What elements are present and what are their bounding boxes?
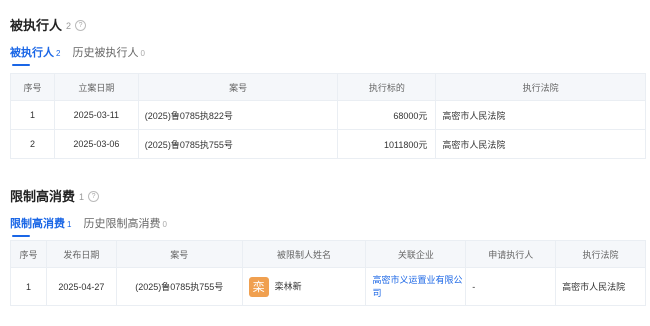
column-header: 案号 — [137, 73, 339, 101]
column-header: 申请执行人 — [465, 240, 557, 268]
section-count: 2 — [66, 20, 72, 31]
column-header: 关联企业 — [365, 240, 467, 268]
table-row: 1 2025-04-27 (2025)鲁0785执755号 栾栾林新 高密市义运… — [10, 267, 646, 306]
executed-section: 被执行人 2 ? 被执行人 2 历史被执行人 0 — [10, 16, 646, 66]
table-header-row: 序号 立案日期 案号 执行标的 执行法院 — [10, 73, 646, 101]
related-company-link[interactable]: 高密市义运置业有限公司 — [372, 275, 462, 298]
tab-label: 历史被执行人 — [72, 47, 139, 59]
tab-historical-restriction[interactable]: 历史限制高消费 0 — [83, 215, 166, 231]
column-header: 发布日期 — [45, 240, 117, 268]
section-title: 被执行人 — [10, 17, 63, 33]
related-company-cell: 高密市义运置业有限公司 — [365, 267, 467, 306]
filing-date: 2025-03-06 — [53, 129, 139, 159]
tab-restriction[interactable]: 限制高消费 1 — [10, 215, 72, 237]
tab-label: 被执行人 — [10, 47, 54, 59]
filing-date: 2025-03-11 — [53, 100, 139, 130]
court: 高密市人民法院 — [435, 100, 646, 130]
tab-label: 限制高消费 — [10, 218, 65, 230]
publish-date: 2025-04-27 — [45, 267, 117, 306]
case-number: (2025)鲁0785执755号 — [115, 267, 243, 306]
restricted-person-name[interactable]: 栾林新 — [275, 281, 302, 291]
avatar: 栾 — [248, 276, 269, 297]
tab-count: 0 — [140, 49, 145, 58]
column-header: 执行法院 — [555, 240, 646, 268]
executed-tabs: 被执行人 2 历史被执行人 0 — [10, 42, 646, 66]
help-icon[interactable]: ? — [75, 19, 87, 31]
consumption-title-row: 限制高消费 1 ? — [10, 187, 646, 204]
consumption-table: 序号 发布日期 案号 被限制人姓名 关联企业 申请执行人 执行法院 1 2025… — [10, 240, 646, 306]
help-icon[interactable]: ? — [88, 190, 100, 202]
case-number: (2025)鲁0785执822号 — [137, 100, 339, 130]
tab-count: 2 — [56, 49, 61, 58]
case-number: (2025)鲁0785执755号 — [137, 129, 339, 159]
table-row: 1 2025-03-11 (2025)鲁0785执822号 68000元 高密市… — [10, 100, 646, 130]
column-header: 序号 — [10, 240, 47, 268]
tab-underline — [12, 64, 30, 66]
tab-underline — [12, 235, 30, 237]
tab-executed[interactable]: 被执行人 2 — [10, 44, 61, 66]
tab-count: 1 — [67, 220, 72, 229]
column-header: 被限制人姓名 — [241, 240, 367, 268]
table-row: 2 2025-03-06 (2025)鲁0785执755号 1011800元 高… — [10, 129, 646, 159]
tab-label: 历史限制高消费 — [83, 218, 161, 230]
consumption-section: 限制高消费 1 ? 限制高消费 1 历史限制高消费 0 — [10, 187, 646, 237]
column-header: 执行标的 — [337, 73, 437, 101]
court: 高密市人民法院 — [555, 267, 646, 306]
restricted-person-cell: 栾栾林新 — [241, 267, 367, 306]
executed-title-row: 被执行人 2 ? — [10, 16, 646, 33]
section-title: 限制高消费 — [10, 188, 76, 204]
column-header: 立案日期 — [53, 73, 139, 101]
table-header-row: 序号 发布日期 案号 被限制人姓名 关联企业 申请执行人 执行法院 — [10, 240, 646, 268]
row-index: 2 — [10, 129, 55, 159]
tab-count: 0 — [162, 220, 167, 229]
section-count: 1 — [79, 191, 85, 202]
column-header: 执行法院 — [435, 73, 646, 101]
execution-amount: 68000元 — [337, 100, 437, 130]
row-index: 1 — [10, 100, 55, 130]
execution-amount: 1011800元 — [337, 129, 437, 159]
column-header: 序号 — [10, 73, 55, 101]
row-index: 1 — [10, 267, 47, 306]
tab-historical-executed[interactable]: 历史被执行人 0 — [72, 44, 144, 60]
applicant: - — [465, 267, 557, 306]
executed-table: 序号 立案日期 案号 执行标的 执行法院 1 2025-03-11 (2025)… — [10, 73, 646, 159]
consumption-tabs: 限制高消费 1 历史限制高消费 0 — [10, 213, 646, 237]
court: 高密市人民法院 — [435, 129, 646, 159]
column-header: 案号 — [115, 240, 243, 268]
